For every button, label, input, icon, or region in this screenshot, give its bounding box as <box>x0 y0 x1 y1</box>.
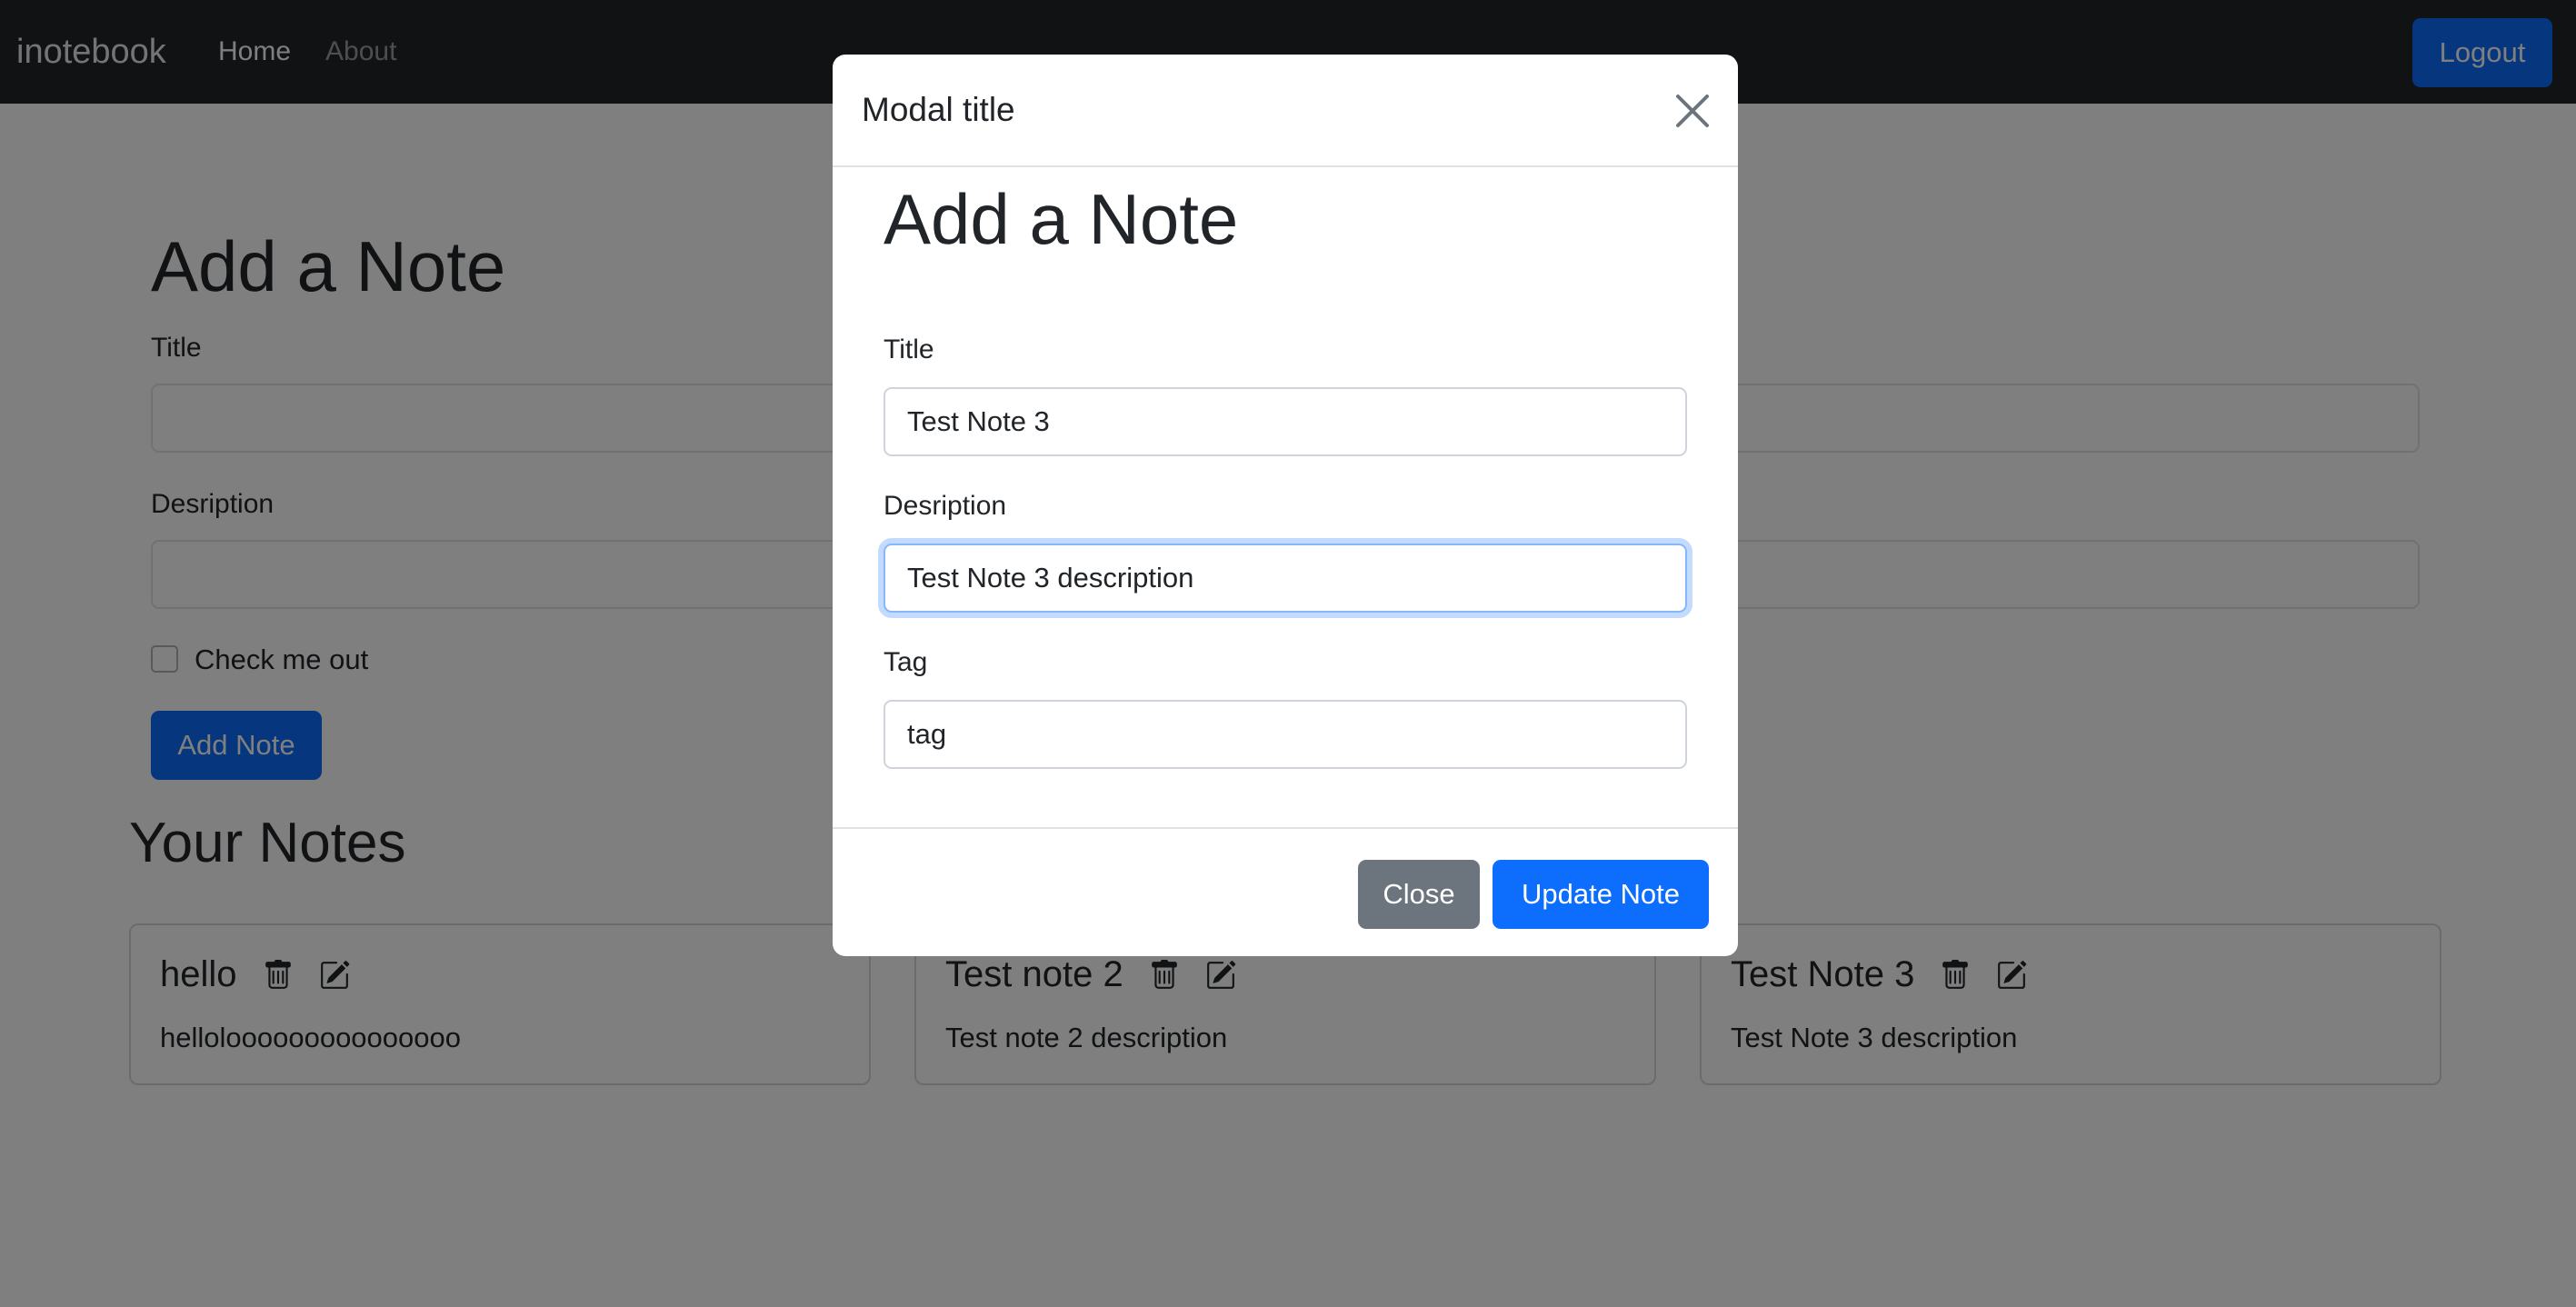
modal-header: Modal title <box>833 55 1738 167</box>
update-note-button[interactable]: Update Note <box>1493 860 1709 929</box>
modal-footer: Close Update Note <box>833 827 1738 956</box>
modal-description-label: Desription <box>884 491 1007 521</box>
modal-description-input[interactable] <box>884 544 1687 613</box>
modal-heading: Add a Note <box>884 179 1239 259</box>
modal-tag-input[interactable] <box>884 700 1687 769</box>
modal-tag-label: Tag <box>884 647 928 677</box>
modal-title: Modal title <box>862 91 1015 128</box>
close-icon[interactable] <box>1672 91 1712 131</box>
edit-note-modal: Modal title Add a Note Title Desription … <box>833 55 1738 956</box>
modal-title-label: Title <box>884 334 934 364</box>
modal-title-input[interactable] <box>884 387 1687 456</box>
close-button[interactable]: Close <box>1358 860 1480 929</box>
